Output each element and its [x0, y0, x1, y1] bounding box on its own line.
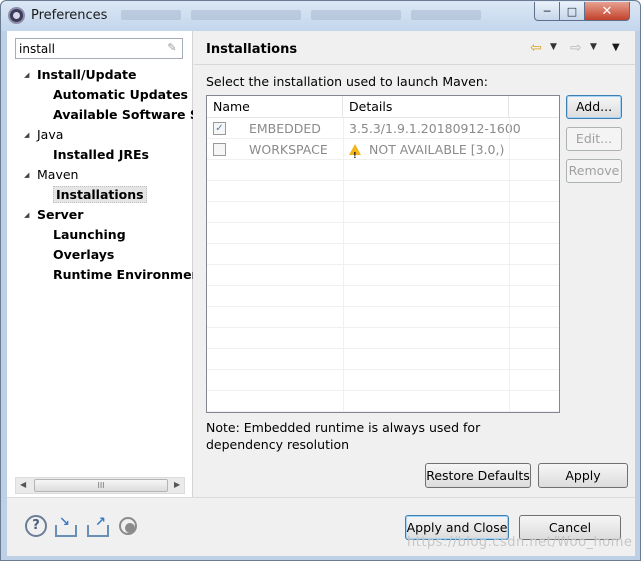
column-divider [343, 118, 344, 412]
export-icon[interactable]: ↗ [87, 515, 109, 537]
tree-item-label: Overlays [53, 247, 115, 262]
installation-details-cell: 3.5.3/1.9.1.20180912-1600 [349, 118, 521, 139]
expand-triangle-icon[interactable]: ◢ [24, 125, 29, 145]
title-separator [194, 64, 635, 65]
table-row[interactable]: ✓ EMBEDDED 3.5.3/1.9.1.20180912-1600 [207, 118, 559, 139]
import-arrow-icon: ↘ [59, 515, 70, 530]
title-bar[interactable]: Preferences ─ □ ✕ [1, 1, 640, 31]
forward-arrow-icon[interactable]: ⇨ [570, 40, 582, 56]
tree-item-label: Installed JREs [53, 147, 150, 162]
tree-item-label: Runtime Environmen [53, 267, 193, 282]
scroll-right-arrow-icon[interactable]: ▶ [174, 480, 180, 489]
tree-item[interactable]: Installed JREs [53, 145, 149, 165]
table-row[interactable] [207, 223, 559, 244]
window-title: Preferences [31, 8, 108, 23]
back-arrow-icon[interactable]: ⇦ [530, 40, 542, 56]
instruction-label: Select the installation used to launch M… [206, 74, 488, 89]
page-navigation-toolbar: ⇦ ▼ ⇨ ▼ ▼ [530, 40, 630, 58]
table-row[interactable]: WORKSPACE NOT AVAILABLE [3.0,) [207, 139, 559, 166]
row-checkbox[interactable] [213, 143, 226, 156]
table-row[interactable] [207, 160, 559, 181]
row-checkbox[interactable]: ✓ [213, 122, 226, 135]
table-row[interactable] [207, 370, 559, 391]
remove-button[interactable]: Remove [566, 159, 622, 183]
expand-triangle-icon[interactable]: ◢ [24, 165, 29, 185]
tree-item[interactable]: Installations [53, 185, 147, 205]
tree-horizontal-scrollbar[interactable]: ◀ III ▶ [15, 477, 185, 494]
scroll-thumb[interactable]: III [34, 479, 168, 492]
table-row[interactable] [207, 391, 559, 412]
tree-item-label: Maven [37, 167, 79, 182]
close-button[interactable]: ✕ [584, 2, 630, 21]
tree-item[interactable]: ◢ Install/Update [24, 65, 137, 85]
installation-details-cell: NOT AVAILABLE [3.0,) [349, 139, 505, 166]
page-title: Installations [206, 42, 298, 57]
table-row[interactable] [207, 328, 559, 349]
back-dropdown-icon[interactable]: ▼ [550, 42, 557, 52]
column-header-name[interactable]: Name [207, 96, 343, 118]
edit-button[interactable]: Edit... [566, 127, 622, 151]
table-row[interactable] [207, 286, 559, 307]
warning-icon [349, 144, 361, 166]
clear-filter-icon[interactable]: ✎ [165, 41, 179, 55]
eclipse-icon [8, 7, 25, 24]
expand-triangle-icon[interactable]: ◢ [24, 205, 29, 225]
add-button[interactable]: Add... [566, 95, 622, 119]
table-row[interactable] [207, 181, 559, 202]
dialog-client-area: ✎ ◢ Install/Update Automatic Updates Availa… [7, 31, 635, 556]
tree-item[interactable]: Launching [53, 225, 126, 245]
watermark: https://blog.csdn.net/Woo_home [407, 535, 633, 550]
tree-item-label: Java [37, 127, 64, 142]
expand-triangle-icon[interactable]: ◢ [24, 65, 29, 85]
import-icon[interactable]: ↘ [55, 515, 77, 537]
tree-item[interactable]: Available Software Si [53, 105, 193, 125]
tree-item[interactable]: ◢ Server [24, 205, 84, 225]
filter-field[interactable]: ✎ [15, 38, 183, 59]
column-header-details[interactable]: Details [343, 96, 509, 118]
tree-item-label: Automatic Updates [53, 87, 188, 102]
tree-item-label: Install/Update [37, 67, 137, 82]
table-row[interactable] [207, 307, 559, 328]
installation-details: NOT AVAILABLE [3.0,) [369, 142, 505, 157]
record-icon[interactable] [119, 517, 137, 535]
installations-table[interactable]: Name Details ✓ EMBEDDED 3.5.3/1.9.1.201809… [206, 95, 560, 413]
table-row[interactable] [207, 244, 559, 265]
tree-item[interactable]: ◢ Maven [24, 165, 79, 185]
tree-item-label: Installations [53, 186, 147, 203]
tree-item[interactable]: Runtime Environmen [53, 265, 193, 285]
table-row[interactable] [207, 349, 559, 370]
tree-item[interactable]: Overlays [53, 245, 114, 265]
scroll-left-arrow-icon[interactable]: ◀ [20, 480, 26, 489]
tree-item-label: Server [37, 207, 84, 222]
maximize-button[interactable]: □ [559, 2, 585, 21]
view-menu-icon[interactable]: ▼ [612, 42, 620, 53]
preferences-window: Preferences ─ □ ✕ ✎ ◢ Install/Update Autom… [0, 0, 641, 561]
export-arrow-icon: ↗ [95, 515, 106, 530]
tree-item-label: Available Software Si [53, 107, 193, 122]
forward-dropdown-icon[interactable]: ▼ [590, 42, 597, 52]
tree-item[interactable]: Automatic Updates [53, 85, 188, 105]
installations-page: Installations ⇦ ▼ ⇨ ▼ ▼ Select the insta… [194, 31, 635, 497]
restore-defaults-button[interactable]: Restore Defaults [425, 463, 531, 488]
preferences-tree: ◢ Install/Update Automatic Updates Availabl… [7, 65, 193, 475]
tree-item-label: Launching [53, 227, 126, 242]
note-text: Note: Embedded runtime is always used fo… [206, 420, 481, 452]
installation-name: EMBEDDED [249, 121, 321, 136]
minimize-button[interactable]: ─ [534, 2, 560, 21]
background-window-ghost [121, 9, 511, 23]
help-icon[interactable]: ? [25, 515, 47, 537]
installation-name: WORKSPACE [249, 142, 328, 157]
filter-input[interactable] [16, 39, 156, 58]
preferences-tree-panel: ✎ ◢ Install/Update Automatic Updates Availa… [7, 31, 193, 497]
table-row[interactable] [207, 202, 559, 223]
table-header: Name Details [207, 96, 559, 118]
tree-item[interactable]: ◢ Java [24, 125, 64, 145]
apply-button[interactable]: Apply [538, 463, 628, 488]
column-divider [509, 118, 510, 412]
table-row[interactable] [207, 265, 559, 286]
installation-details: 3.5.3/1.9.1.20180912-1600 [349, 121, 521, 136]
